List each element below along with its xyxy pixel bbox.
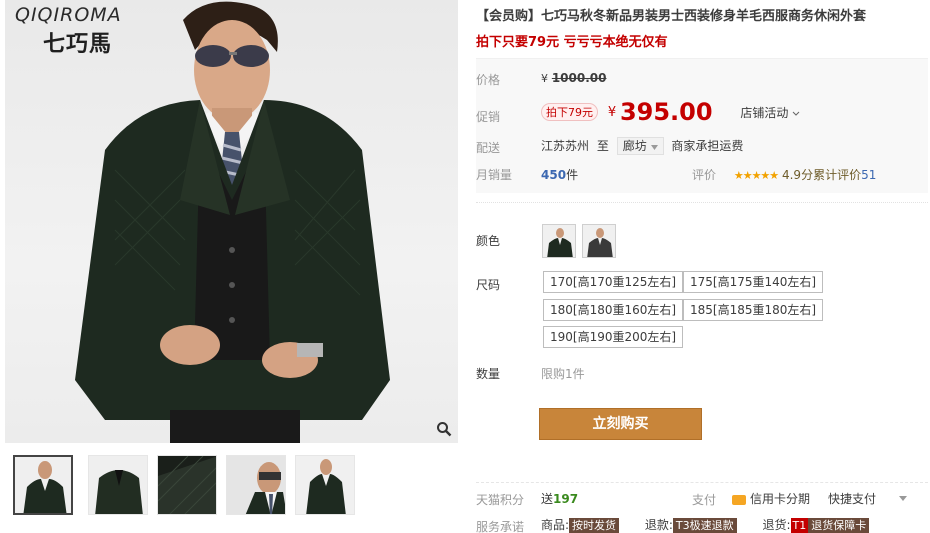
buy-now-button[interactable]: 立刻购买 [539, 408, 702, 440]
credit-card-icon [732, 494, 746, 505]
quantity-limit: 限购1件 [541, 367, 585, 381]
monthly-sales-value: 450件 [541, 166, 578, 183]
quick-pay-label: 快捷支付 [828, 492, 877, 506]
caret-down-icon [899, 496, 907, 501]
brand-logo-chinese: 七巧馬 [43, 31, 113, 57]
reviews-count: 51 [861, 168, 877, 182]
divider [476, 482, 928, 483]
promo-label: 促销 [476, 110, 501, 124]
points-number: 197 [553, 492, 579, 506]
size-option-170[interactable]: 170[高170重125左右] [543, 271, 684, 293]
quantity-label: 数量 [476, 367, 501, 381]
yen-symbol: ¥ [541, 72, 548, 85]
thumbnail-1[interactable] [13, 455, 73, 515]
product-title: 【会员购】七巧马秋冬新品男装男士西装修身羊毛西服商务休闲外套 [476, 9, 867, 24]
size-label: 尺码 [476, 278, 501, 292]
destination-label: 廊坊 [622, 139, 647, 153]
service-label: 服务承诺 [476, 520, 525, 533]
thumbnail-5[interactable] [295, 455, 355, 515]
product-subtitle: 拍下只要79元 亏亏亏本绝无仅有 [476, 35, 668, 50]
star-rating-icon: ★★★★★ [733, 169, 779, 182]
size-option-190[interactable]: 190[高190重200左右] [543, 326, 684, 348]
color-label: 颜色 [476, 234, 501, 248]
credit-installment-link[interactable]: 信用卡分期 [732, 490, 810, 507]
original-price-value: 1000.00 [551, 71, 607, 85]
rating-label: 评价 [692, 168, 717, 182]
on-time-delivery-tag[interactable]: 按时发货 [569, 518, 620, 533]
delivery-value: 江苏苏州 至 廊坊 商家承担运费 [541, 137, 743, 155]
model-photo [75, 1, 390, 443]
promo-yen-symbol: ¥ [607, 104, 617, 120]
reviews-text: 累计评价 [813, 168, 862, 182]
caret-down-icon [650, 145, 658, 150]
brand-logo-latin: QIQIROMA [15, 4, 122, 26]
color-swatch-1[interactable] [542, 224, 576, 258]
rating-score: 4.9分 [781, 168, 814, 182]
goods-label: 商品: [541, 518, 570, 532]
thumbnail-2[interactable] [88, 455, 148, 515]
magnifier-icon[interactable] [434, 419, 454, 439]
store-promo-dropdown[interactable]: 店铺活动 [740, 106, 800, 120]
divider [476, 202, 928, 203]
chevron-down-icon [792, 111, 800, 116]
delivery-from: 江苏苏州 [541, 139, 590, 153]
promo-price-value: 395.00 [619, 98, 713, 126]
price-label: 价格 [476, 73, 501, 87]
refund-label: 退款: [644, 518, 673, 532]
fast-refund-tag[interactable]: T3极速退款 [672, 518, 737, 533]
points-label: 天猫积分 [476, 493, 525, 507]
payment-dropdown[interactable] [899, 490, 907, 504]
size-option-185[interactable]: 185[高185重180左右] [683, 299, 824, 321]
credit-installment-label: 信用卡分期 [750, 492, 811, 506]
thumbnail-3[interactable] [157, 455, 217, 515]
store-promo-label: 店铺活动 [740, 105, 789, 120]
return-guarantee-tag[interactable]: 退货保障卡 [808, 518, 870, 533]
rating-row[interactable]: 评价 ★★★★★ 4.9分累计评价51 [692, 166, 876, 183]
color-swatch-2[interactable] [582, 224, 616, 258]
payment-label: 支付 [692, 493, 717, 507]
size-option-180[interactable]: 180[高180重160左右] [543, 299, 684, 321]
points-prefix: 送 [541, 492, 554, 506]
sales-unit: 件 [566, 168, 579, 182]
monthly-sales-label: 月销量 [476, 168, 513, 182]
main-product-image[interactable]: QIQIROMA 七巧馬 [5, 0, 458, 443]
freight-info: 商家承担运费 [671, 139, 744, 153]
return-label: 退货: [762, 518, 791, 532]
return-tag-code: T1 [790, 518, 809, 533]
thumbnail-4[interactable] [226, 455, 286, 515]
quick-pay-link[interactable]: 快捷支付 [828, 490, 876, 507]
sales-count: 450 [541, 168, 567, 182]
product-gallery: QIQIROMA 七巧馬 [5, 0, 458, 533]
promo-badge: 拍下79元 [541, 103, 598, 121]
delivery-label: 配送 [476, 141, 501, 155]
delivery-to-word: 至 [596, 139, 609, 153]
destination-dropdown[interactable]: 廊坊 [616, 137, 664, 155]
promo-price: 拍下79元 ¥ 395.00 店铺活动 [541, 98, 800, 126]
service-row: 商品: 按时发货 退款: T3极速退款 退货: T1 退货保障卡 [541, 516, 870, 533]
thumbnail-strip [13, 455, 453, 517]
original-price: ¥ 1000.00 [541, 71, 606, 85]
points-value: 送197 [541, 490, 578, 507]
product-info: 【会员购】七巧马秋冬新品男装男士西装修身羊毛西服商务休闲外套 拍下只要79元 亏… [476, 0, 928, 533]
size-option-175[interactable]: 175[高175重140左右] [683, 271, 824, 293]
